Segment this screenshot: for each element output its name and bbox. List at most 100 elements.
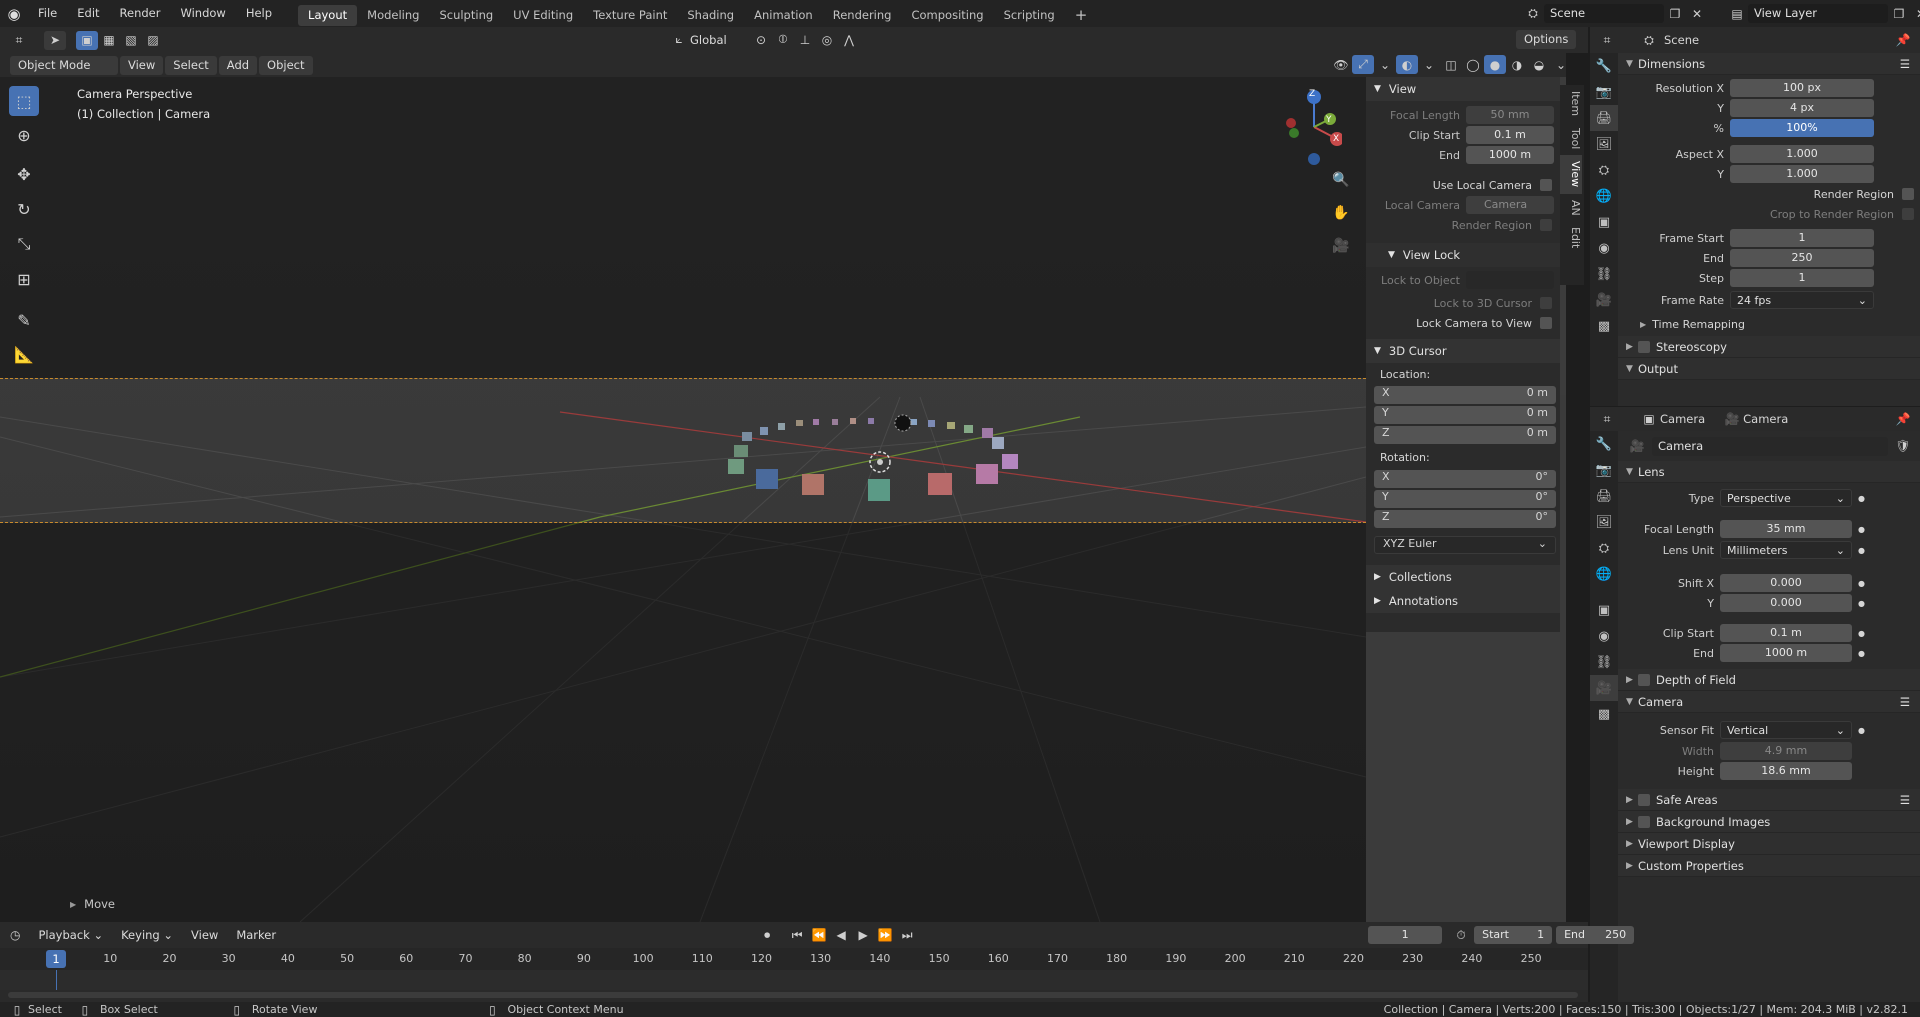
orientation-icon[interactable]: ⟀ (668, 30, 690, 49)
tool-icon[interactable]: 🔧 (1590, 53, 1618, 79)
jump-start-icon[interactable]: ⏮ (786, 926, 808, 945)
tab-shading[interactable]: Shading (677, 5, 744, 26)
wireframe-shading-icon[interactable]: ◯ (1462, 55, 1484, 74)
stereoscopy-checkbox[interactable] (1638, 340, 1650, 353)
cursor-location-x[interactable]: X0 m (1374, 386, 1556, 404)
render-region-checkbox[interactable] (1902, 188, 1914, 200)
editor-type-icon[interactable]: ⌗ (1596, 410, 1618, 429)
presets-icon[interactable]: ☰ (1900, 793, 1910, 807)
collections-section-header[interactable]: ▶ Collections (1366, 565, 1560, 589)
safe-areas-checkbox[interactable] (1638, 793, 1650, 806)
presets-icon[interactable]: ☰ (1900, 695, 1910, 709)
view-layer-field[interactable]: View Layer (1748, 4, 1888, 23)
cursor-location-z[interactable]: Z0 m (1374, 426, 1556, 444)
clip-end-field[interactable]: 1000 m (1466, 146, 1554, 164)
time-remapping-subpanel[interactable]: Time Remapping (1652, 318, 1745, 331)
frame-end-field[interactable]: 250 (1730, 249, 1874, 267)
prev-keyframe-icon[interactable]: ⏪ (808, 926, 830, 945)
record-icon[interactable]: ⏺ (756, 926, 778, 945)
move-tool-icon[interactable]: ✥ (9, 159, 39, 189)
tab-layout[interactable]: Layout (298, 4, 358, 26)
view-layer-icon[interactable]: 🖼 (1590, 509, 1618, 535)
tab-modeling[interactable]: Modeling (357, 5, 429, 26)
lens-unit-dropdown[interactable]: Millimeters ⌄ (1720, 541, 1852, 559)
keyframe-dot-icon[interactable]: ● (1858, 546, 1865, 555)
cursor-rotation-x[interactable]: X 0° (1374, 470, 1556, 488)
playhead[interactable]: 1 (46, 950, 66, 968)
keyframe-dot-icon[interactable]: ● (1858, 629, 1865, 638)
world-icon[interactable]: 🌐 (1590, 561, 1618, 587)
scene-field[interactable]: Scene (1544, 4, 1664, 23)
clip-end-field[interactable]: 1000 m (1720, 644, 1852, 662)
frame-rate-dropdown[interactable]: 24 fps ⌄ (1730, 291, 1874, 309)
keyframe-dot-icon[interactable]: ● (1858, 579, 1865, 588)
playback-menu[interactable]: Playback ⌄ (30, 926, 111, 945)
menu-file[interactable]: File (28, 0, 67, 27)
aspect-y-field[interactable]: 1.000 (1730, 165, 1874, 183)
cursor-tool-icon[interactable]: ⊕ (9, 120, 39, 150)
keyframe-dot-icon[interactable]: ● (1858, 525, 1865, 534)
add-workspace-button[interactable]: + (1065, 5, 1098, 26)
menu-window[interactable]: Window (170, 0, 235, 27)
menu-object[interactable]: Object (259, 55, 313, 75)
frame-start-field[interactable]: 1 (1730, 229, 1874, 247)
gizmo-icon[interactable]: ⤢ (1352, 55, 1374, 74)
render-icon[interactable]: 📷 (1590, 457, 1618, 483)
view-section-header[interactable]: ▼ View (1366, 77, 1560, 101)
custom-properties-header[interactable]: ▶ Custom Properties (1618, 855, 1920, 877)
jump-end-icon[interactable]: ⏭ (896, 926, 918, 945)
start-frame-field[interactable]: Start 1 (1474, 926, 1553, 944)
cursor-location-y[interactable]: Y0 m (1374, 406, 1556, 424)
local-camera-field[interactable]: Camera (1466, 196, 1554, 214)
world-icon[interactable]: 🌐 (1590, 183, 1618, 209)
tab-view[interactable]: View (1560, 155, 1582, 194)
select-new-icon[interactable]: ▣ (76, 30, 98, 50)
select-intersect-icon[interactable]: ▨ (142, 31, 164, 50)
frame-step-field[interactable]: 1 (1730, 269, 1874, 287)
menu-view[interactable]: View (120, 55, 164, 75)
xray-icon[interactable]: ◫ (1440, 55, 1462, 74)
next-keyframe-icon[interactable]: ⏩ (874, 926, 896, 945)
aspect-x-field[interactable]: 1.000 (1730, 145, 1874, 163)
copy-icon[interactable]: ❐ (1888, 4, 1910, 23)
cursor-section-header[interactable]: ▼ 3D Cursor (1366, 339, 1560, 363)
menu-select[interactable]: Select (165, 55, 217, 75)
select-box-tool-icon[interactable]: ⬚ (9, 86, 39, 116)
rendered-shading-icon[interactable]: ◒ (1528, 55, 1550, 74)
timeline-scrollbar[interactable] (8, 992, 1578, 998)
fake-user-icon[interactable]: 🛡 (1892, 437, 1914, 456)
render-icon[interactable]: 📷 (1590, 79, 1618, 105)
timeline-track[interactable] (0, 970, 1588, 990)
tab-texture-paint[interactable]: Texture Paint (583, 5, 677, 26)
clip-start-field[interactable]: 0.1 m (1466, 126, 1554, 144)
chevron-down-icon[interactable]: ⌄ (1374, 55, 1396, 74)
rotate-tool-icon[interactable]: ↻ (9, 194, 39, 224)
shift-x-field[interactable]: 0.000 (1720, 574, 1852, 592)
editor-type-icon[interactable]: ⌗ (1596, 31, 1618, 50)
falloff-icon[interactable]: ⋀ (838, 30, 860, 49)
keying-menu[interactable]: Keying ⌄ (113, 926, 181, 945)
resolution-y-field[interactable]: 4 px (1730, 99, 1874, 117)
output-icon[interactable]: 🖨 (1590, 105, 1618, 131)
transform-tool-icon[interactable]: ⊞ (9, 264, 39, 294)
focal-length-field[interactable]: 35 mm (1720, 520, 1852, 538)
close-icon[interactable]: ✕ (1910, 4, 1920, 23)
viewport-display-header[interactable]: ▶ Viewport Display (1618, 833, 1920, 855)
lock-camera-checkbox[interactable] (1540, 317, 1552, 329)
pin-icon[interactable]: 📌 (1892, 31, 1914, 50)
tool-icon[interactable]: 🔧 (1590, 431, 1618, 457)
camera-section-header[interactable]: ▼ Camera ☰ (1618, 691, 1920, 713)
background-images-header[interactable]: ▶ Background Images (1618, 811, 1920, 833)
last-operator-panel[interactable]: ▶ Move (70, 897, 115, 911)
texture-icon[interactable]: ▩ (1590, 701, 1618, 727)
zoom-icon[interactable]: 🔍 (1328, 167, 1354, 193)
sensor-fit-dropdown[interactable]: Vertical ⌄ (1720, 721, 1852, 739)
sensor-width-field[interactable]: 4.9 mm (1720, 742, 1852, 760)
stereoscopy-header[interactable]: ▶ Stereoscopy (1618, 336, 1920, 358)
focal-length-field[interactable]: 50 mm (1466, 106, 1554, 124)
scene-icon[interactable]: ⛭ (1590, 535, 1618, 561)
type-dropdown[interactable]: Perspective ⌄ (1720, 489, 1852, 507)
chevron-down-icon[interactable]: ⌄ (1550, 55, 1572, 74)
cursor-rotation-z[interactable]: Z 0° (1374, 510, 1556, 528)
camera-data-icon[interactable]: 🎥 (1626, 437, 1648, 456)
